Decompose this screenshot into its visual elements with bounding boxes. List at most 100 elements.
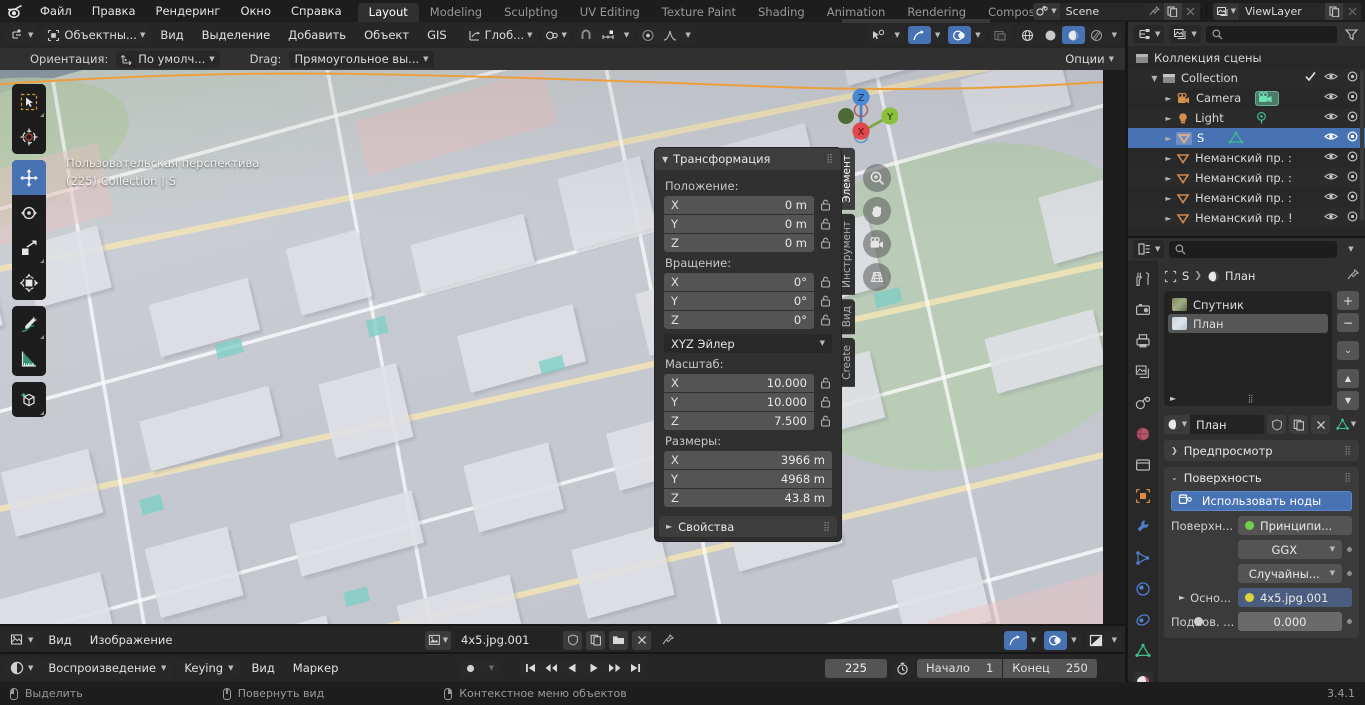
lock-scale-z-icon[interactable] xyxy=(819,414,832,428)
world-tab[interactable] xyxy=(1133,424,1153,444)
solid-shading-icon[interactable] xyxy=(1039,26,1062,44)
use-preview-range-icon[interactable] xyxy=(891,659,913,678)
jump-to-prev-keyframe-button[interactable] xyxy=(541,659,562,678)
eye-icon[interactable] xyxy=(1324,91,1338,105)
material-id-block[interactable]: ▼ План xyxy=(1164,415,1264,434)
distribution-dropdown[interactable]: GGX ▼ xyxy=(1238,540,1342,559)
constraints-tab[interactable] xyxy=(1133,610,1153,630)
rotation-y-field[interactable]: Y 0° xyxy=(664,292,814,310)
timeline-menu-view[interactable]: Вид xyxy=(244,659,281,677)
render-tab[interactable] xyxy=(1133,300,1153,320)
visibility-dropdown[interactable]: ▼ xyxy=(890,26,903,44)
camera-icon[interactable] xyxy=(863,230,891,258)
slot-resize-grip[interactable]: ⣿ xyxy=(1248,394,1255,403)
dimensions-z-field[interactable]: Z 43.8 m xyxy=(664,489,832,507)
editor-type-selector[interactable]: ▼ xyxy=(6,26,37,44)
transform-orientation-selector[interactable]: Глоб... ▼ xyxy=(464,26,537,44)
tool-annotate[interactable] xyxy=(12,306,46,341)
camera-render-icon[interactable] xyxy=(1346,211,1359,225)
tool-rotate[interactable] xyxy=(12,195,46,230)
disclosure-triangle-icon[interactable]: ► xyxy=(1163,174,1174,183)
snap-dropdown[interactable]: ▼ xyxy=(620,26,633,44)
viewport-menu-gis[interactable]: GIS xyxy=(420,26,454,44)
start-frame-field[interactable]: Начало 1 xyxy=(917,659,1002,678)
play-button[interactable] xyxy=(583,659,604,678)
lock-scale-y-icon[interactable] xyxy=(819,395,832,409)
material-data-mode-icon[interactable]: ▼ xyxy=(1333,415,1359,434)
tab-sculpting[interactable]: Sculpting xyxy=(493,3,569,22)
rotation-x-field[interactable]: X 0° xyxy=(664,273,814,291)
lock-location-x-icon[interactable] xyxy=(819,198,832,212)
new-scene-icon[interactable] xyxy=(1164,3,1182,20)
viewport-3d[interactable]: Пользовательская перспектива (225) Colle… xyxy=(0,70,1103,626)
eye-icon[interactable] xyxy=(1324,131,1338,145)
menu-edit[interactable]: Правка xyxy=(82,0,146,22)
add-material-slot-button[interactable]: + xyxy=(1337,291,1359,310)
drag-dropdown[interactable]: Прямоугольное вы... ▼ xyxy=(289,51,433,68)
image-menu-image[interactable]: Изображение xyxy=(83,631,180,649)
eye-icon[interactable] xyxy=(1324,111,1338,125)
object-tab[interactable] xyxy=(1133,486,1153,506)
dimensions-x-field[interactable]: X 3966 m xyxy=(664,451,832,469)
location-x-field[interactable]: X 0 m xyxy=(664,196,814,214)
editor-separator-right[interactable] xyxy=(1125,22,1128,682)
panel-drag-handle[interactable]: ⣿ xyxy=(826,154,834,164)
move-slot-up-button[interactable]: ▲ xyxy=(1337,369,1359,388)
eye-icon[interactable] xyxy=(1324,151,1338,165)
lock-rotation-z-icon[interactable] xyxy=(819,313,832,327)
new-material-icon[interactable] xyxy=(1289,415,1308,434)
proportional-edit-icon[interactable] xyxy=(637,26,659,44)
new-image-icon[interactable] xyxy=(586,631,605,650)
outliner-row-collection[interactable]: ▼ Collection xyxy=(1128,68,1365,88)
npanel-tab-item[interactable]: Элемент xyxy=(840,148,855,210)
outliner-search-input[interactable] xyxy=(1206,26,1337,43)
fake-user-icon[interactable] xyxy=(1267,415,1286,434)
disclosure-triangle-icon[interactable]: ▼ xyxy=(1149,74,1160,83)
collection-tab[interactable] xyxy=(1133,455,1153,475)
overlays-dropdown[interactable]: ▼ xyxy=(971,26,984,44)
scene-tab[interactable] xyxy=(1133,393,1153,413)
lock-location-y-icon[interactable] xyxy=(819,217,832,231)
mesh-data-icon[interactable] xyxy=(1228,131,1244,145)
editor-separator-viewport-image[interactable] xyxy=(0,624,1125,626)
keying-dropdown[interactable]: Keying ▼ xyxy=(177,659,240,678)
unlink-image-icon[interactable] xyxy=(632,631,651,650)
shading-dropdown[interactable]: ▼ xyxy=(1108,26,1121,44)
surface-section-header[interactable]: ⌄ Поверхность ⣿ xyxy=(1164,467,1359,488)
scene-name[interactable]: Scene xyxy=(1060,3,1146,20)
expand-base-color-icon[interactable]: ► xyxy=(1179,593,1185,602)
tab-shading[interactable]: Shading xyxy=(747,3,816,22)
delete-viewlayer-icon[interactable] xyxy=(1343,3,1361,20)
mode-selector[interactable]: Объектны... ▼ xyxy=(41,26,149,44)
animate-property-dot[interactable] xyxy=(1347,571,1352,576)
light-data-icon[interactable] xyxy=(1254,111,1269,125)
outliner-row-mesh-4[interactable]: ► Неманский пр. ! xyxy=(1128,208,1365,228)
viewport-menu-add[interactable]: Добавить xyxy=(281,26,353,44)
viewlayer-name[interactable]: ViewLayer xyxy=(1239,3,1325,20)
surface-section-grip[interactable]: ⣿ xyxy=(1344,473,1352,483)
material-browse-icon[interactable]: ▼ xyxy=(1164,415,1190,434)
auto-keying-dropdown[interactable]: ▼ xyxy=(481,659,502,678)
tool-tab[interactable] xyxy=(1133,269,1153,289)
display-channels-dropdown[interactable]: ▼ xyxy=(1108,631,1121,650)
remove-material-slot-button[interactable]: − xyxy=(1337,313,1359,332)
disclosure-triangle-icon[interactable]: ► xyxy=(1163,134,1174,143)
eye-icon[interactable] xyxy=(1324,191,1338,205)
properties-panel-header[interactable]: ► Свойства ⣿ xyxy=(659,516,837,537)
specials-menu-icon[interactable]: ► xyxy=(1170,394,1176,403)
npanel-tab-view[interactable]: Вид xyxy=(840,299,855,334)
material-name-field[interactable]: План xyxy=(1190,418,1264,432)
jump-to-start-button[interactable] xyxy=(520,659,541,678)
disclosure-triangle-icon[interactable]: ► xyxy=(1163,214,1174,223)
navigation-gizmo[interactable]: Z Y X xyxy=(824,80,898,154)
outliner-filter-icon[interactable] xyxy=(1342,28,1360,41)
gizmo-toggle-icon[interactable] xyxy=(908,26,931,44)
lock-location-z-icon[interactable] xyxy=(819,236,832,250)
tool-cursor[interactable] xyxy=(12,119,46,154)
properties-panel-drag-handle[interactable]: ⣿ xyxy=(823,522,830,532)
editor-separator-image-timeline[interactable] xyxy=(0,652,1125,654)
pan-hand-icon[interactable] xyxy=(863,197,891,225)
disclosure-triangle-icon[interactable]: ► xyxy=(1163,94,1174,103)
lock-rotation-x-icon[interactable] xyxy=(819,275,832,289)
disclosure-triangle-icon[interactable]: ► xyxy=(1163,154,1174,163)
